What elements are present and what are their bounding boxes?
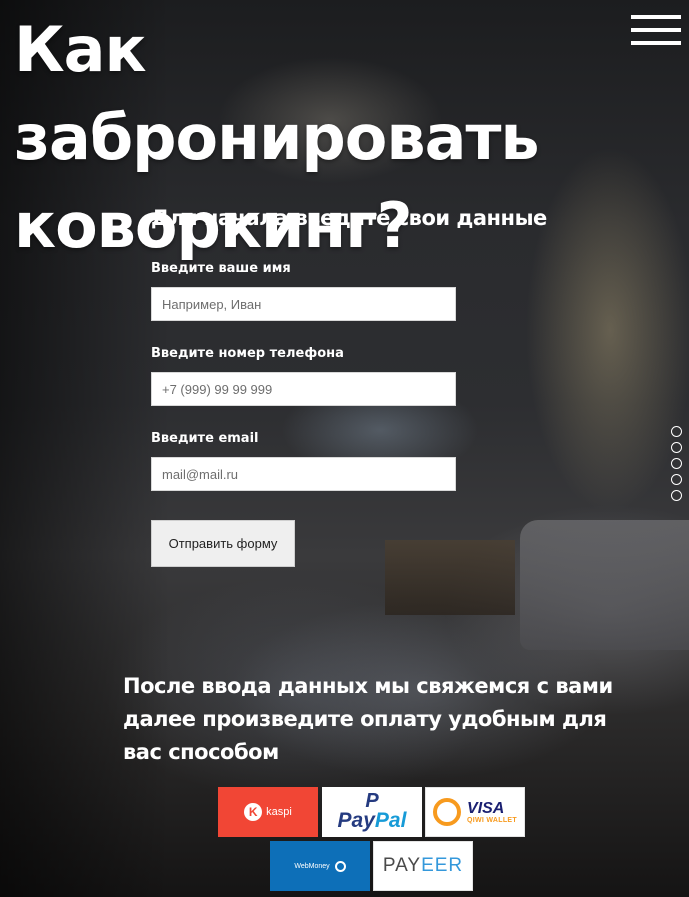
webmoney-globe-icon [334, 860, 346, 872]
name-input[interactable] [151, 287, 456, 321]
payeer-label-pay: PAY [382, 855, 422, 876]
menu-line [631, 15, 681, 19]
paypal-label-pal: Pal [374, 809, 407, 832]
qiwi-wallet-label: QIWI WALLET [467, 816, 517, 824]
form-heading: Для начала введите свои данные [151, 206, 547, 230]
name-label: Введите ваше имя [151, 261, 291, 276]
kaspi-icon: K [244, 803, 263, 821]
submit-form-button[interactable]: Отправить форму [151, 520, 295, 567]
menu-line [631, 28, 681, 32]
slider-dot-3[interactable] [671, 458, 682, 469]
webmoney-payment-option[interactable]: WebMoney [270, 841, 370, 891]
slider-pager [671, 426, 683, 506]
paypal-icon: P [365, 790, 379, 812]
qiwi-label-group: VISA QIWI WALLET [467, 799, 517, 824]
slider-dot-4[interactable] [671, 474, 682, 485]
slider-dot-1[interactable] [671, 426, 682, 437]
paypal-label: PayPal [338, 810, 407, 832]
qiwi-icon [433, 798, 462, 826]
hamburger-menu-icon[interactable] [631, 14, 681, 48]
kaspi-label: kaspi [266, 806, 292, 818]
email-input[interactable] [151, 457, 456, 491]
phone-input[interactable] [151, 372, 456, 406]
phone-label: Введите номер телефона [151, 346, 344, 361]
visa-label: VISA [467, 799, 505, 817]
paypal-payment-option[interactable]: P PayPal [322, 787, 422, 837]
slider-dot-5[interactable] [671, 490, 682, 501]
background-sofa [520, 520, 689, 650]
payeer-payment-option[interactable]: PAY EER [373, 841, 473, 891]
background-table [385, 540, 515, 615]
webmoney-label: WebMoney [294, 862, 330, 870]
payment-instructions: После ввода данных мы свяжемся с вами да… [123, 674, 613, 764]
email-label: Введите email [151, 431, 259, 446]
booking-page: Как забронировать коворкинг? Для начала … [0, 0, 689, 897]
qiwi-visa-payment-option[interactable]: VISA QIWI WALLET [425, 787, 525, 837]
slider-dot-2[interactable] [671, 442, 682, 453]
page-title: Как забронировать коворкинг? [14, 13, 540, 262]
menu-line [631, 41, 681, 45]
kaspi-payment-option[interactable]: K kaspi [218, 787, 318, 837]
payeer-label-eer: EER [421, 855, 464, 876]
paypal-label-pay: Pay [337, 809, 375, 832]
